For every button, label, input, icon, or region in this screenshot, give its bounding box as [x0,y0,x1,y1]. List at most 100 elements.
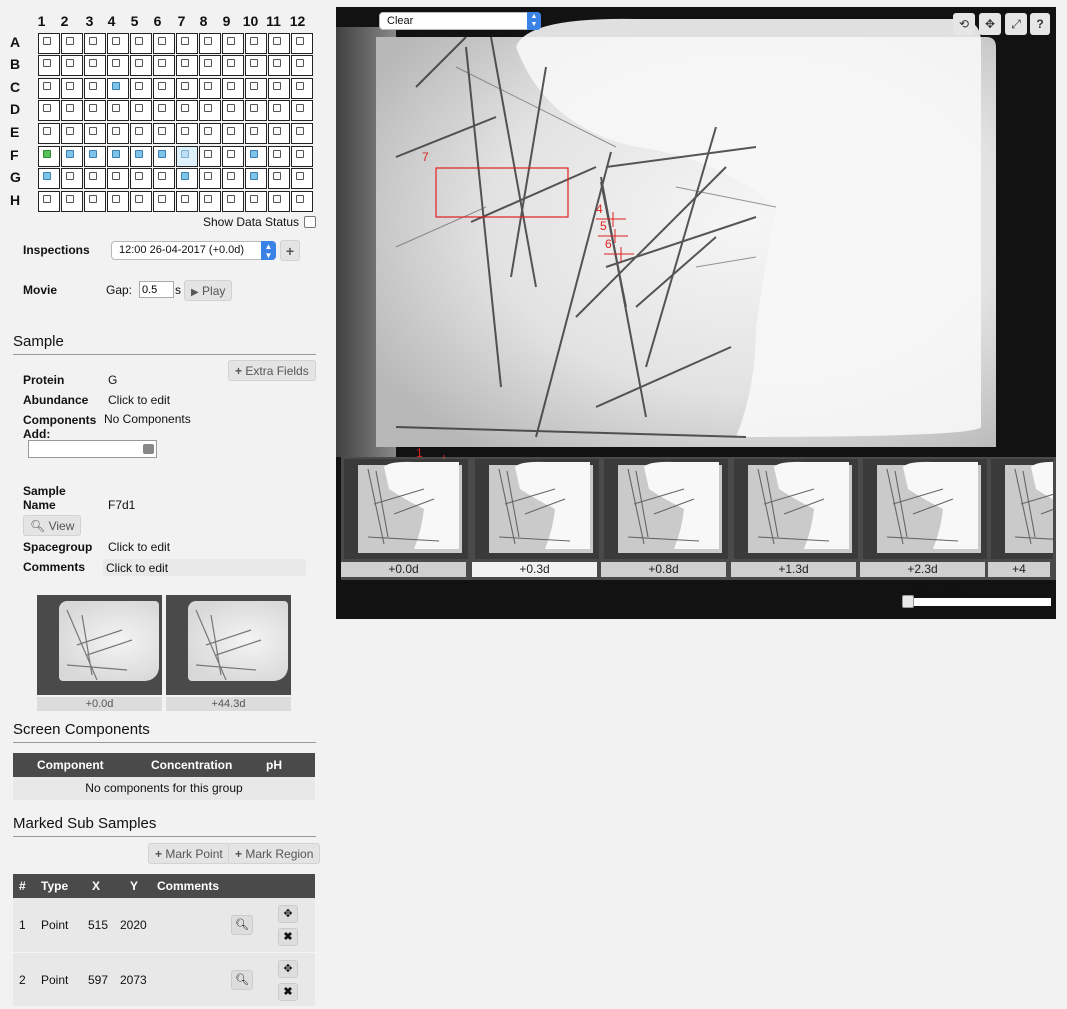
well-checkbox[interactable] [89,127,97,135]
move-icon[interactable]: ✥ [979,13,1001,35]
well-checkbox[interactable] [273,172,281,180]
well-checkbox[interactable] [66,37,74,45]
well-checkbox[interactable] [250,195,258,203]
well-checkbox[interactable] [112,127,120,135]
well-checkbox[interactable] [112,150,120,158]
well-D9[interactable] [222,100,244,121]
gap-input[interactable] [139,281,174,298]
well-checkbox[interactable] [43,82,51,90]
search-icon[interactable]: 🔍︎ [231,915,253,935]
well-B12[interactable] [291,55,313,76]
well-checkbox[interactable] [181,195,189,203]
table-row[interactable]: 2 Point 597 2073 🔍︎ ✥ ✖ [13,952,315,1006]
well-C8[interactable] [199,78,221,99]
well-checkbox[interactable] [296,37,304,45]
well-F12[interactable] [291,146,313,167]
well-checkbox[interactable] [204,195,212,203]
well-checkbox[interactable] [273,82,281,90]
well-A1[interactable] [38,33,60,54]
well-checkbox[interactable] [250,82,258,90]
play-button[interactable]: ▶ Play [184,280,233,301]
well-checkbox[interactable] [135,37,143,45]
well-checkbox[interactable] [296,59,304,67]
well-checkbox[interactable] [158,37,166,45]
well-F7[interactable] [176,146,198,167]
well-F3[interactable] [84,146,106,167]
well-F5[interactable] [130,146,152,167]
well-E5[interactable] [130,123,152,144]
well-B6[interactable] [153,55,175,76]
well-checkbox[interactable] [273,195,281,203]
well-B8[interactable] [199,55,221,76]
extra-fields-button[interactable]: + Extra Fields [228,360,316,381]
show-data-status-checkbox[interactable] [304,216,316,228]
well-checkbox[interactable] [89,104,97,112]
inspection-select[interactable]: 12:00 26-04-2017 (+0.0d) ▲ ▼ [111,241,276,260]
well-checkbox[interactable] [135,172,143,180]
marker-label[interactable]: 4 [596,202,603,216]
well-checkbox[interactable] [296,150,304,158]
delete-icon[interactable]: ✖ [278,983,298,1001]
well-checkbox[interactable] [158,59,166,67]
view-button[interactable]: 🔍︎ View [23,515,82,536]
well-C9[interactable] [222,78,244,99]
well-checkbox[interactable] [181,127,189,135]
well-A5[interactable] [130,33,152,54]
well-checkbox[interactable] [296,127,304,135]
well-checkbox[interactable] [158,127,166,135]
well-checkbox[interactable] [158,82,166,90]
well-C5[interactable] [130,78,152,99]
well-C6[interactable] [153,78,175,99]
well-G6[interactable] [153,168,175,189]
well-D2[interactable] [61,100,83,121]
well-checkbox[interactable] [43,59,51,67]
well-C10[interactable] [245,78,267,99]
image-viewer[interactable]: 7 4 5 6 1 Clear ▲ ▼ ⟲ ✥ ⤢ ? +0.0d +0.3d +0.… [336,7,1056,619]
marker-label[interactable]: 6 [605,237,612,251]
abundance-value[interactable]: Click to edit [108,393,170,407]
well-G4[interactable] [107,168,129,189]
well-checkbox[interactable] [204,104,212,112]
table-row[interactable]: 1 Point 515 2020 🔍︎ ✥ ✖ [13,898,315,952]
well-checkbox[interactable] [296,82,304,90]
well-checkbox[interactable] [250,104,258,112]
well-checkbox[interactable] [158,195,166,203]
well-checkbox[interactable] [227,82,235,90]
well-F10[interactable] [245,146,267,167]
well-A9[interactable] [222,33,244,54]
well-E2[interactable] [61,123,83,144]
well-checkbox[interactable] [43,172,51,180]
well-B4[interactable] [107,55,129,76]
well-G3[interactable] [84,168,106,189]
well-D4[interactable] [107,100,129,121]
reset-icon[interactable]: ⟲ [953,13,975,35]
well-checkbox[interactable] [273,127,281,135]
well-D11[interactable] [268,100,290,121]
move-icon[interactable]: ✥ [278,905,298,923]
well-G2[interactable] [61,168,83,189]
well-checkbox[interactable] [66,150,74,158]
well-H3[interactable] [84,191,106,212]
well-checkbox[interactable] [227,150,235,158]
well-checkbox[interactable] [66,172,74,180]
well-D8[interactable] [199,100,221,121]
add-inspection-button[interactable]: + [280,240,300,261]
delete-icon[interactable]: ✖ [278,928,298,946]
well-C4[interactable] [107,78,129,99]
mark-region-button[interactable]: + Mark Region [228,843,321,864]
filmstrip-thumbnail[interactable] [734,459,858,559]
comments-value[interactable]: Click to edit [106,561,168,575]
well-C11[interactable] [268,78,290,99]
well-H6[interactable] [153,191,175,212]
filmstrip-thumbnail[interactable] [604,459,728,559]
well-F6[interactable] [153,146,175,167]
well-checkbox[interactable] [112,104,120,112]
well-checkbox[interactable] [250,59,258,67]
well-B3[interactable] [84,55,106,76]
well-checkbox[interactable] [250,127,258,135]
well-checkbox[interactable] [43,37,51,45]
well-checkbox[interactable] [112,37,120,45]
well-D5[interactable] [130,100,152,121]
well-D10[interactable] [245,100,267,121]
well-checkbox[interactable] [204,82,212,90]
